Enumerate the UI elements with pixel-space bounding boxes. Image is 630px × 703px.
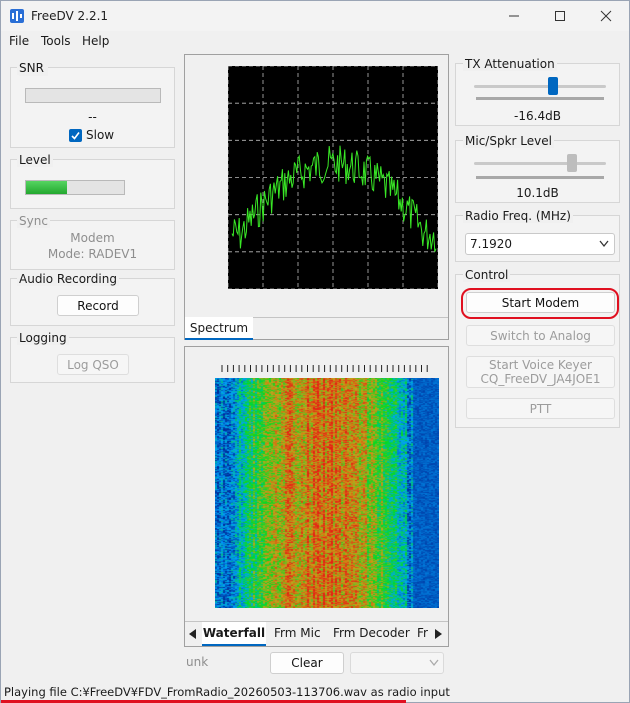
window-title: FreeDV 2.2.1 [31, 9, 109, 23]
tab-waterfall[interactable]: Waterfall [202, 622, 266, 646]
tx-attenuation-title: TX Attenuation [463, 57, 557, 71]
status-text: Playing file C:¥FreeDV¥FDV_FromRadio_202… [4, 685, 450, 699]
minimize-icon [509, 15, 519, 17]
chevron-down-icon [599, 240, 609, 248]
slow-checkbox[interactable]: Slow [69, 128, 114, 142]
snr-title-label: SNR [17, 61, 46, 75]
snr-box: SNR -- Slow [10, 62, 175, 148]
status-bar: Playing file C:¥FreeDV¥FDV_FromRadio_202… [1, 683, 629, 703]
ptt-button[interactable]: PTT [466, 398, 615, 419]
start-voice-keyer-button[interactable]: Start Voice Keyer CQ_FreeDV_JA4JOE1 [466, 356, 615, 388]
snr-value: -- [88, 110, 97, 124]
radio-freq-dropdown[interactable]: 7.1920 [465, 233, 615, 255]
tx-attenuation-ticks [476, 97, 604, 100]
tx-attenuation-slider-thumb[interactable] [548, 77, 559, 95]
waterfall-tab-bar: Waterfall Frm Mic Frm Decoder Fr [185, 621, 448, 646]
audio-recording-title: Audio Recording [17, 272, 119, 286]
radio-freq-value: 7.1920 [470, 237, 512, 251]
slow-label: Slow [86, 128, 115, 142]
level-meter-fill [26, 181, 68, 194]
mic-level-box: 10.1dB [455, 140, 620, 203]
mic-level-title: Mic/Spkr Level [463, 134, 554, 148]
sync-title: Sync [17, 214, 50, 228]
sync-status: Modem [70, 231, 115, 245]
start-modem-button[interactable]: Start Modem [466, 292, 615, 313]
spectrum-plot[interactable] [228, 66, 438, 289]
chevron-down-icon [429, 659, 439, 667]
snr-meter [25, 88, 161, 103]
level-title: Level [17, 153, 53, 167]
log-qso-button[interactable]: Log QSO [57, 354, 129, 375]
callsign-history-dropdown[interactable] [350, 652, 444, 674]
tx-attenuation-box: -16.4dB [455, 63, 620, 126]
waterfall-plot[interactable] [215, 378, 439, 608]
waterfall-panel: Waterfall Frm Mic Frm Decoder Fr [184, 346, 449, 647]
freedv-app-icon [10, 9, 24, 23]
radio-freq-title: Radio Freq. (MHz) [463, 209, 573, 223]
spectrum-panel: Spectrum [184, 54, 449, 340]
app-window: FreeDV 2.2.1 File Tools Help SNR -- Slow… [0, 0, 630, 703]
tab-scroll-right-icon[interactable] [435, 629, 443, 639]
sync-mode: Mode: RADEV1 [47, 247, 138, 261]
menu-file[interactable]: File [9, 34, 29, 48]
record-button[interactable]: Record [57, 295, 139, 316]
tx-attenuation-track[interactable] [474, 85, 606, 88]
voice-keyer-file: CQ_FreeDV_JA4JOE1 [480, 372, 601, 386]
mic-level-slider-thumb[interactable] [566, 154, 577, 172]
menu-tools[interactable]: Tools [41, 34, 71, 48]
title-bar[interactable]: FreeDV 2.2.1 [1, 1, 629, 31]
close-icon [600, 10, 612, 22]
mic-level-track[interactable] [474, 162, 606, 165]
tab-frm-decoder[interactable]: Frm Decoder [333, 626, 410, 640]
minimize-button[interactable] [491, 1, 537, 31]
tab-scroll-left-icon[interactable] [189, 629, 197, 639]
control-box: Start Modem Switch to Analog Start Voice… [455, 274, 620, 428]
voice-keyer-label: Start Voice Keyer [489, 358, 592, 372]
close-button[interactable] [583, 1, 629, 31]
mic-level-ticks [476, 176, 604, 179]
menu-bar: File Tools Help [1, 32, 629, 52]
switch-to-analog-button[interactable]: Switch to Analog [466, 325, 615, 346]
waterfall-tick-marks [221, 365, 428, 372]
clear-button[interactable]: Clear [270, 652, 344, 674]
tab-fr[interactable]: Fr [417, 626, 431, 640]
callsign-label: unk [186, 655, 209, 669]
maximize-icon [555, 11, 565, 21]
mic-level-value: 10.1dB [516, 186, 559, 200]
logging-title: Logging [17, 331, 69, 345]
tab-spectrum[interactable]: Spectrum [185, 317, 253, 340]
control-title: Control [463, 268, 511, 282]
tx-attenuation-value: -16.4dB [514, 109, 561, 123]
menu-help[interactable]: Help [82, 34, 109, 48]
tab-frm-mic[interactable]: Frm Mic [274, 626, 321, 640]
level-meter [25, 180, 125, 195]
maximize-button[interactable] [537, 1, 583, 31]
checkbox-checked-icon [69, 128, 82, 142]
